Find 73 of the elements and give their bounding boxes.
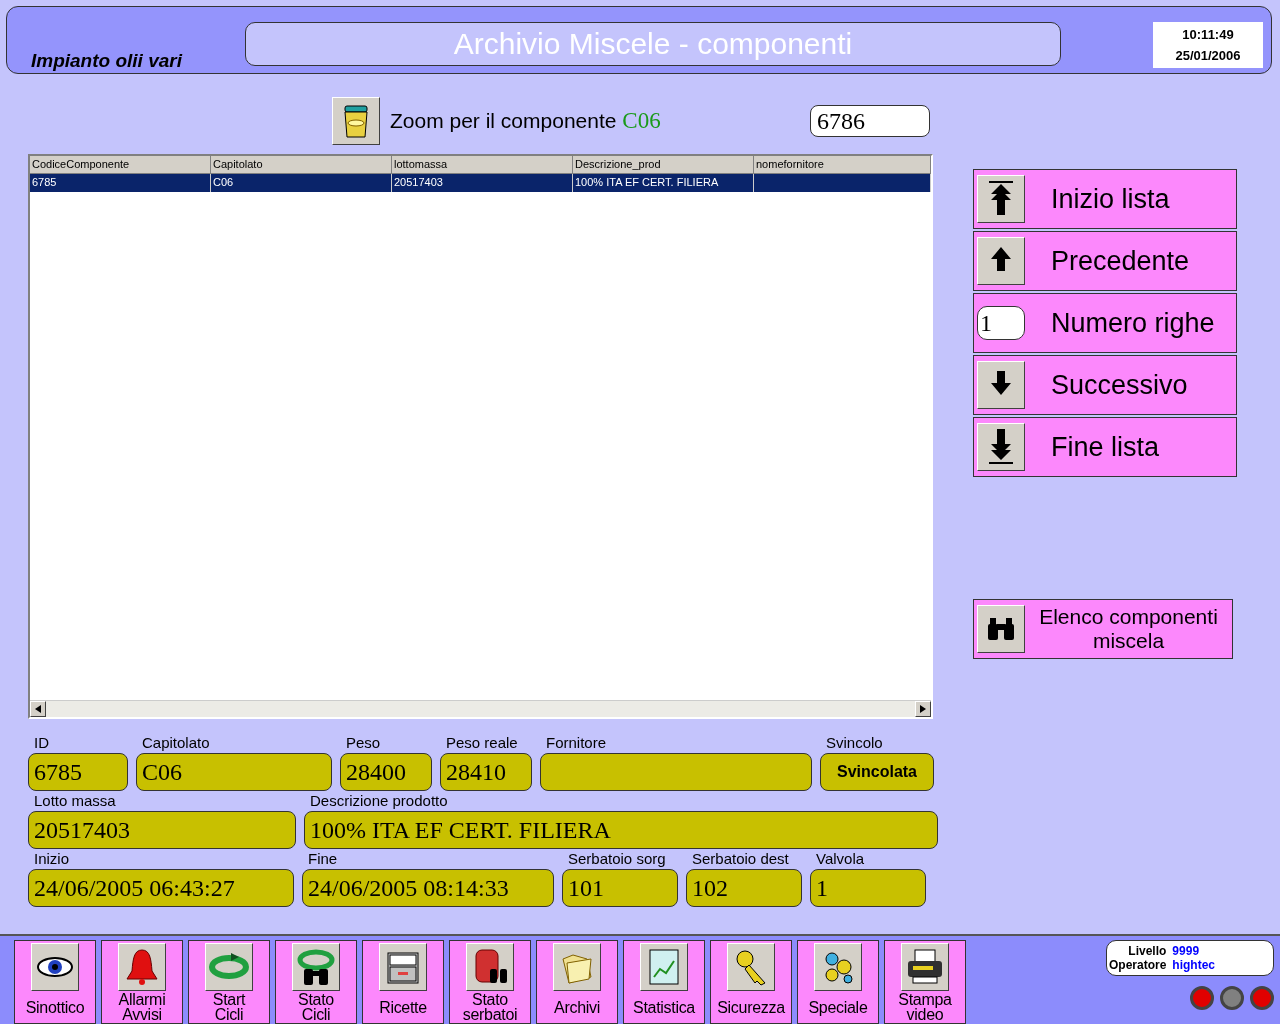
field-label: Peso xyxy=(345,733,382,753)
horizontal-scrollbar[interactable] xyxy=(30,700,931,717)
toolbar-button[interactable]: Statistica xyxy=(623,940,705,1024)
field-label: Peso reale xyxy=(445,733,519,753)
nav-button[interactable]: Precedente xyxy=(973,231,1237,291)
column-header[interactable]: Descrizione_prod xyxy=(573,156,754,174)
field-label: ID xyxy=(33,733,50,753)
jar-icon xyxy=(341,103,371,139)
scroll-right-button[interactable] xyxy=(915,701,931,717)
toolbar-button[interactable]: Speciale xyxy=(797,940,879,1024)
nav-button[interactable]: Successivo xyxy=(973,355,1237,415)
zoom-label: Zoom per il componente C06 xyxy=(390,108,662,134)
field-label: Fine xyxy=(307,849,339,869)
value-field: 28400 xyxy=(340,753,432,791)
level-value: 9999 xyxy=(1172,944,1201,958)
value-field: 24/06/2005 06:43:27 xyxy=(28,869,294,907)
field-label: Capitolato xyxy=(141,733,211,753)
table-cell: 100% ITA EF CERT. FILIERA xyxy=(573,174,754,192)
toolbar-button[interactable]: Start Cicli xyxy=(188,940,270,1024)
nav-button[interactable]: Inizio lista xyxy=(973,169,1237,229)
field-label: Descrizione prodotto xyxy=(309,791,449,811)
component-list-button[interactable]: Elenco componenti miscela xyxy=(973,599,1233,659)
toolbar-button[interactable]: Allarmi Avvisi xyxy=(101,940,183,1024)
table-cell: 20517403 xyxy=(392,174,573,192)
field-label: Svincolo xyxy=(825,733,884,753)
toolbar-button[interactable]: Ricette xyxy=(362,940,444,1024)
toolbar-button[interactable]: Sinottico xyxy=(14,940,96,1024)
rows-count-input[interactable]: 1 xyxy=(977,306,1025,340)
value-field: 100% ITA EF CERT. FILIERA xyxy=(304,811,938,849)
column-header[interactable]: nomefornitore xyxy=(754,156,931,174)
field-label: Lotto massa xyxy=(33,791,117,811)
field-label: Valvola xyxy=(815,849,866,869)
field-label: Fornitore xyxy=(545,733,608,753)
operator-label: Operatore xyxy=(1109,958,1167,972)
toolbar-button[interactable]: Sicurezza xyxy=(710,940,792,1024)
toolbar-button[interactable]: Archivi xyxy=(536,940,618,1024)
value-field: 28410 xyxy=(440,753,532,791)
window-title: Archivio Miscele - componenti xyxy=(245,22,1061,66)
table-row[interactable]: 6785 C06 20517403 100% ITA EF CERT. FILIERA xyxy=(30,174,931,192)
value-field: 24/06/2005 08:14:33 xyxy=(302,869,554,907)
toolbar-button[interactable]: Stato Cicli xyxy=(275,940,357,1024)
table-cell: 6785 xyxy=(30,174,211,192)
zoom-button[interactable] xyxy=(332,97,380,145)
clock-date: 25/01/2006 xyxy=(1175,48,1241,63)
release-button[interactable]: Svincolata xyxy=(820,753,934,791)
column-header[interactable]: lottomassa xyxy=(392,156,573,174)
scroll-left-button[interactable] xyxy=(30,701,46,717)
value-field: 102 xyxy=(686,869,802,907)
nav-button[interactable]: Fine lista xyxy=(973,417,1237,477)
printer-icon xyxy=(905,947,945,987)
value-field: 6785 xyxy=(28,753,128,791)
component-input[interactable]: 6786 xyxy=(810,105,930,137)
value-field: C06 xyxy=(136,753,332,791)
field-label: Inizio xyxy=(33,849,71,869)
clock-time: 10:11:49 xyxy=(1182,27,1234,42)
plant-name: Impianto olii vari xyxy=(30,50,184,72)
toolbar-button[interactable]: Stato serbatoi xyxy=(449,940,531,1024)
right-arrow-icon xyxy=(920,705,926,713)
value-field: 20517403 xyxy=(28,811,296,849)
value-field: 1 xyxy=(810,869,926,907)
operator-value: hightec xyxy=(1172,958,1216,972)
field-label: Serbatoio dest xyxy=(691,849,790,869)
table-cell: C06 xyxy=(211,174,392,192)
value-field: 101 xyxy=(562,869,678,907)
field-label: Serbatoio sorg xyxy=(567,849,667,869)
left-arrow-icon xyxy=(35,705,41,713)
rows-count-label: Numero righe xyxy=(1051,307,1215,339)
cycle-binoculars-icon xyxy=(296,947,336,987)
binoculars-icon xyxy=(986,616,1016,642)
column-header[interactable]: Capitolato xyxy=(211,156,392,174)
toolbar-button[interactable]: Stampa video xyxy=(884,940,966,1024)
column-header[interactable]: CodiceComponente xyxy=(30,156,211,174)
level-label: Livello xyxy=(1127,944,1167,958)
